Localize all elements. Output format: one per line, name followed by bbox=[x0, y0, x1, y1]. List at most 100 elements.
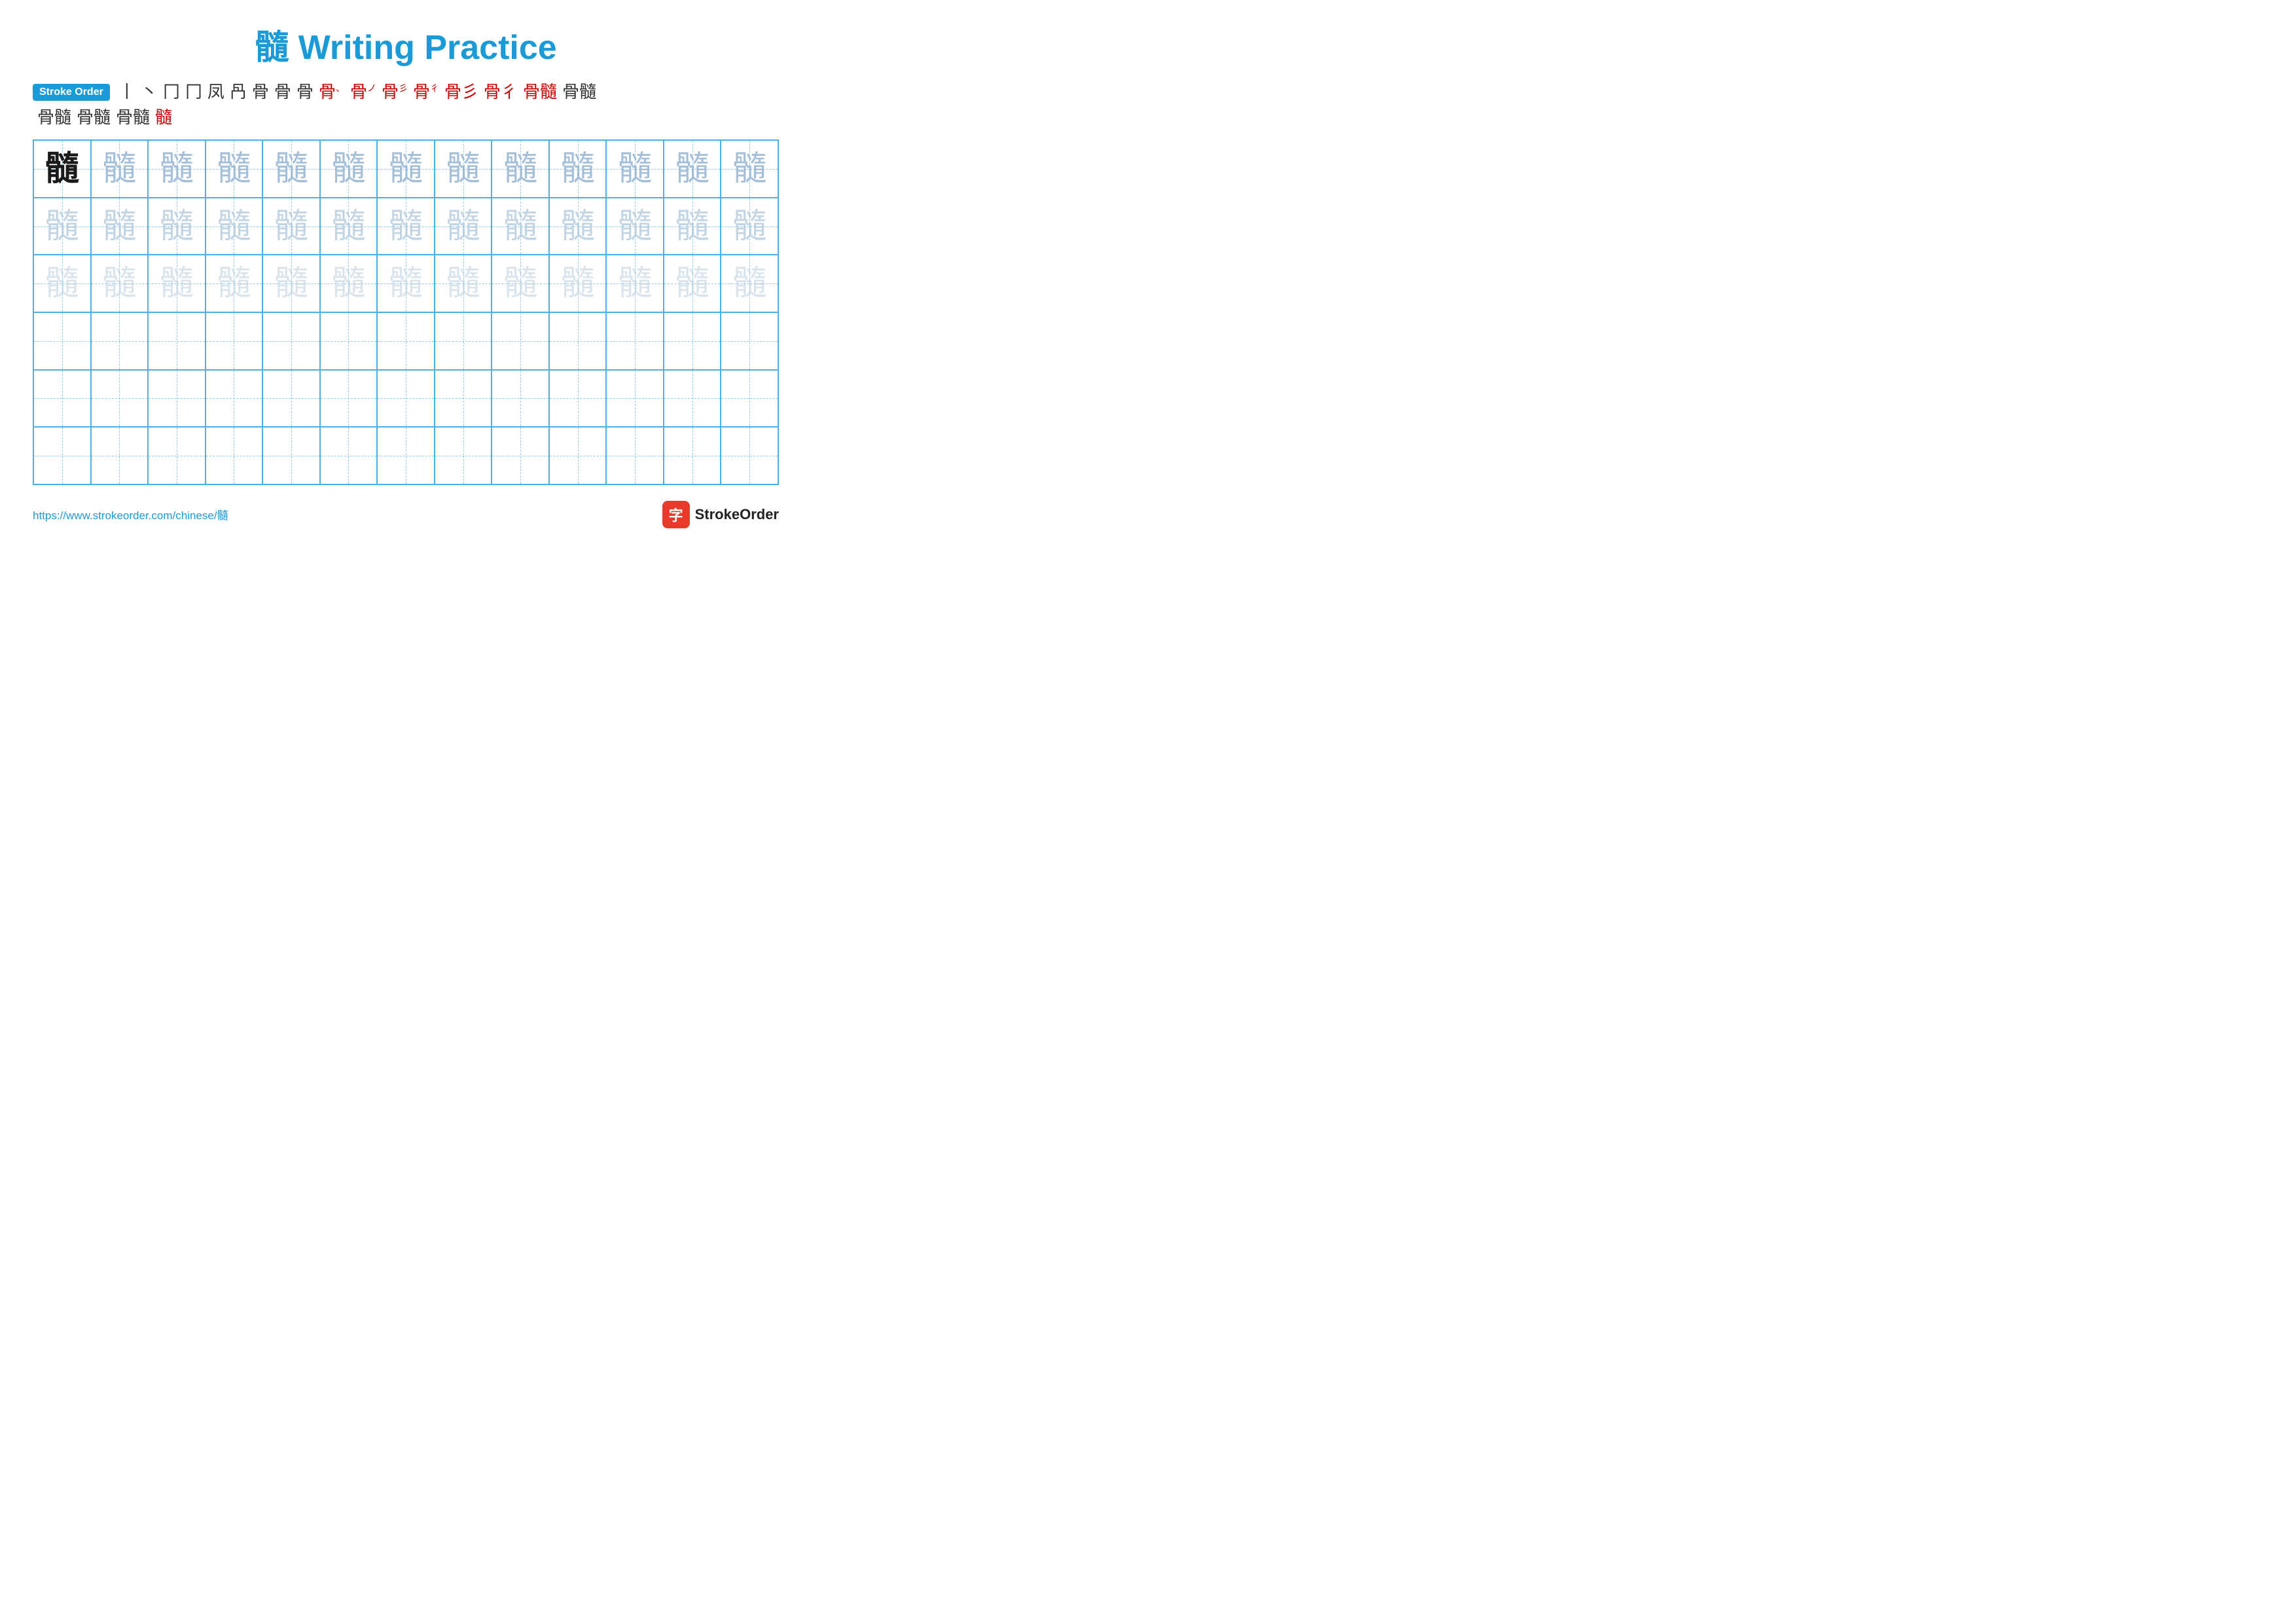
grid-cell[interactable] bbox=[606, 312, 664, 370]
grid-cell[interactable] bbox=[206, 312, 263, 370]
grid-cell[interactable]: 髓 bbox=[435, 140, 492, 198]
grid-cell[interactable]: 髓 bbox=[549, 140, 607, 198]
grid-cell[interactable] bbox=[377, 312, 435, 370]
grid-cell[interactable] bbox=[33, 312, 91, 370]
grid-cell[interactable] bbox=[91, 312, 149, 370]
grid-cell[interactable]: 髓 bbox=[320, 140, 378, 198]
grid-cell[interactable]: 髓 bbox=[664, 198, 721, 255]
grid-cell[interactable] bbox=[320, 427, 378, 484]
grid-cell[interactable] bbox=[148, 427, 206, 484]
grid-cell[interactable]: 髓 bbox=[33, 255, 91, 312]
grid-cell[interactable]: 髓 bbox=[606, 255, 664, 312]
practice-char: 髓 bbox=[160, 266, 194, 301]
grid-cell[interactable]: 髓 bbox=[721, 140, 778, 198]
grid-cell[interactable] bbox=[492, 427, 549, 484]
grid-cell[interactable] bbox=[721, 370, 778, 428]
grid-cell[interactable]: 髓 bbox=[721, 198, 778, 255]
footer-url[interactable]: https://www.strokeorder.com/chinese/髓 bbox=[33, 506, 228, 522]
practice-char: 髓 bbox=[274, 210, 308, 244]
stroke-3: 冂 bbox=[163, 82, 180, 102]
grid-cell[interactable] bbox=[262, 370, 320, 428]
grid-cell[interactable]: 髓 bbox=[33, 140, 91, 198]
grid-cell[interactable] bbox=[435, 370, 492, 428]
grid-cell[interactable]: 髓 bbox=[148, 198, 206, 255]
grid-cell[interactable]: 髓 bbox=[148, 140, 206, 198]
grid-cell[interactable] bbox=[148, 312, 206, 370]
grid-cell[interactable] bbox=[377, 427, 435, 484]
grid-cell[interactable]: 髓 bbox=[262, 255, 320, 312]
grid-cell[interactable]: 髓 bbox=[492, 255, 549, 312]
grid-cell[interactable]: 髓 bbox=[206, 140, 263, 198]
practice-char: 髓 bbox=[331, 152, 365, 186]
practice-char: 髓 bbox=[675, 152, 709, 186]
practice-char: 髓 bbox=[331, 266, 365, 301]
grid-cell[interactable]: 髓 bbox=[377, 140, 435, 198]
grid-cell[interactable] bbox=[549, 427, 607, 484]
grid-cell[interactable]: 髓 bbox=[549, 255, 607, 312]
grid-cell[interactable]: 髓 bbox=[492, 140, 549, 198]
grid-cell[interactable] bbox=[206, 370, 263, 428]
practice-char: 髓 bbox=[675, 266, 709, 301]
grid-cell[interactable] bbox=[206, 427, 263, 484]
grid-cell[interactable] bbox=[721, 312, 778, 370]
grid-cell[interactable]: 髓 bbox=[664, 140, 721, 198]
grid-cell[interactable]: 髓 bbox=[91, 198, 149, 255]
grid-cell[interactable] bbox=[435, 427, 492, 484]
grid-cell[interactable] bbox=[492, 370, 549, 428]
stroke-20: 骨髓 bbox=[116, 107, 150, 128]
practice-char: 髓 bbox=[102, 152, 136, 186]
logo-icon: 字 bbox=[662, 501, 690, 528]
grid-cell[interactable] bbox=[377, 370, 435, 428]
grid-cell[interactable]: 髓 bbox=[91, 255, 149, 312]
grid-cell[interactable]: 髓 bbox=[606, 140, 664, 198]
grid-cell[interactable]: 髓 bbox=[606, 198, 664, 255]
grid-cell[interactable] bbox=[606, 427, 664, 484]
page-title: 髓 Writing Practice bbox=[33, 20, 779, 69]
grid-cell[interactable]: 髓 bbox=[377, 198, 435, 255]
grid-cell[interactable] bbox=[549, 370, 607, 428]
grid-cell[interactable] bbox=[320, 370, 378, 428]
stroke-7: 骨 bbox=[252, 82, 269, 102]
grid-cell[interactable] bbox=[148, 370, 206, 428]
grid-cell[interactable] bbox=[435, 312, 492, 370]
grid-cell[interactable] bbox=[549, 312, 607, 370]
grid-cell[interactable]: 髓 bbox=[262, 140, 320, 198]
grid-cell[interactable] bbox=[664, 427, 721, 484]
grid-cell[interactable] bbox=[492, 312, 549, 370]
grid-cell[interactable]: 髓 bbox=[320, 255, 378, 312]
grid-cell[interactable]: 髓 bbox=[721, 255, 778, 312]
grid-cell[interactable] bbox=[606, 370, 664, 428]
grid-cell[interactable] bbox=[664, 370, 721, 428]
grid-cell[interactable] bbox=[664, 312, 721, 370]
grid-cell[interactable]: 髓 bbox=[148, 255, 206, 312]
practice-char: 髓 bbox=[446, 266, 480, 301]
grid-cell[interactable]: 髓 bbox=[206, 198, 263, 255]
grid-cell[interactable] bbox=[33, 427, 91, 484]
grid-cell[interactable]: 髓 bbox=[91, 140, 149, 198]
stroke-1: ⼁ bbox=[118, 82, 135, 102]
grid-cell[interactable] bbox=[91, 370, 149, 428]
grid-cell[interactable]: 髓 bbox=[435, 255, 492, 312]
grid-cell[interactable]: 髓 bbox=[492, 198, 549, 255]
practice-char: 髓 bbox=[732, 152, 766, 186]
stroke-5: 凤 bbox=[207, 82, 224, 102]
grid-cell[interactable]: 髓 bbox=[206, 255, 263, 312]
grid-cell[interactable]: 髓 bbox=[262, 198, 320, 255]
title-section: 髓 Writing Practice bbox=[33, 20, 779, 69]
stroke-6: 冎 bbox=[230, 82, 247, 102]
grid-cell[interactable]: 髓 bbox=[33, 198, 91, 255]
practice-char: 髓 bbox=[732, 210, 766, 244]
grid-cell[interactable] bbox=[262, 427, 320, 484]
practice-char: 髓 bbox=[160, 152, 194, 186]
grid-cell[interactable] bbox=[262, 312, 320, 370]
grid-cell[interactable]: 髓 bbox=[664, 255, 721, 312]
grid-cell[interactable] bbox=[320, 312, 378, 370]
grid-cell[interactable]: 髓 bbox=[377, 255, 435, 312]
grid-cell[interactable]: 髓 bbox=[549, 198, 607, 255]
grid-cell[interactable] bbox=[33, 370, 91, 428]
grid-cell[interactable]: 髓 bbox=[320, 198, 378, 255]
grid-cell[interactable]: 髓 bbox=[435, 198, 492, 255]
grid-cell[interactable] bbox=[91, 427, 149, 484]
practice-char: 髓 bbox=[675, 210, 709, 244]
grid-cell[interactable] bbox=[721, 427, 778, 484]
